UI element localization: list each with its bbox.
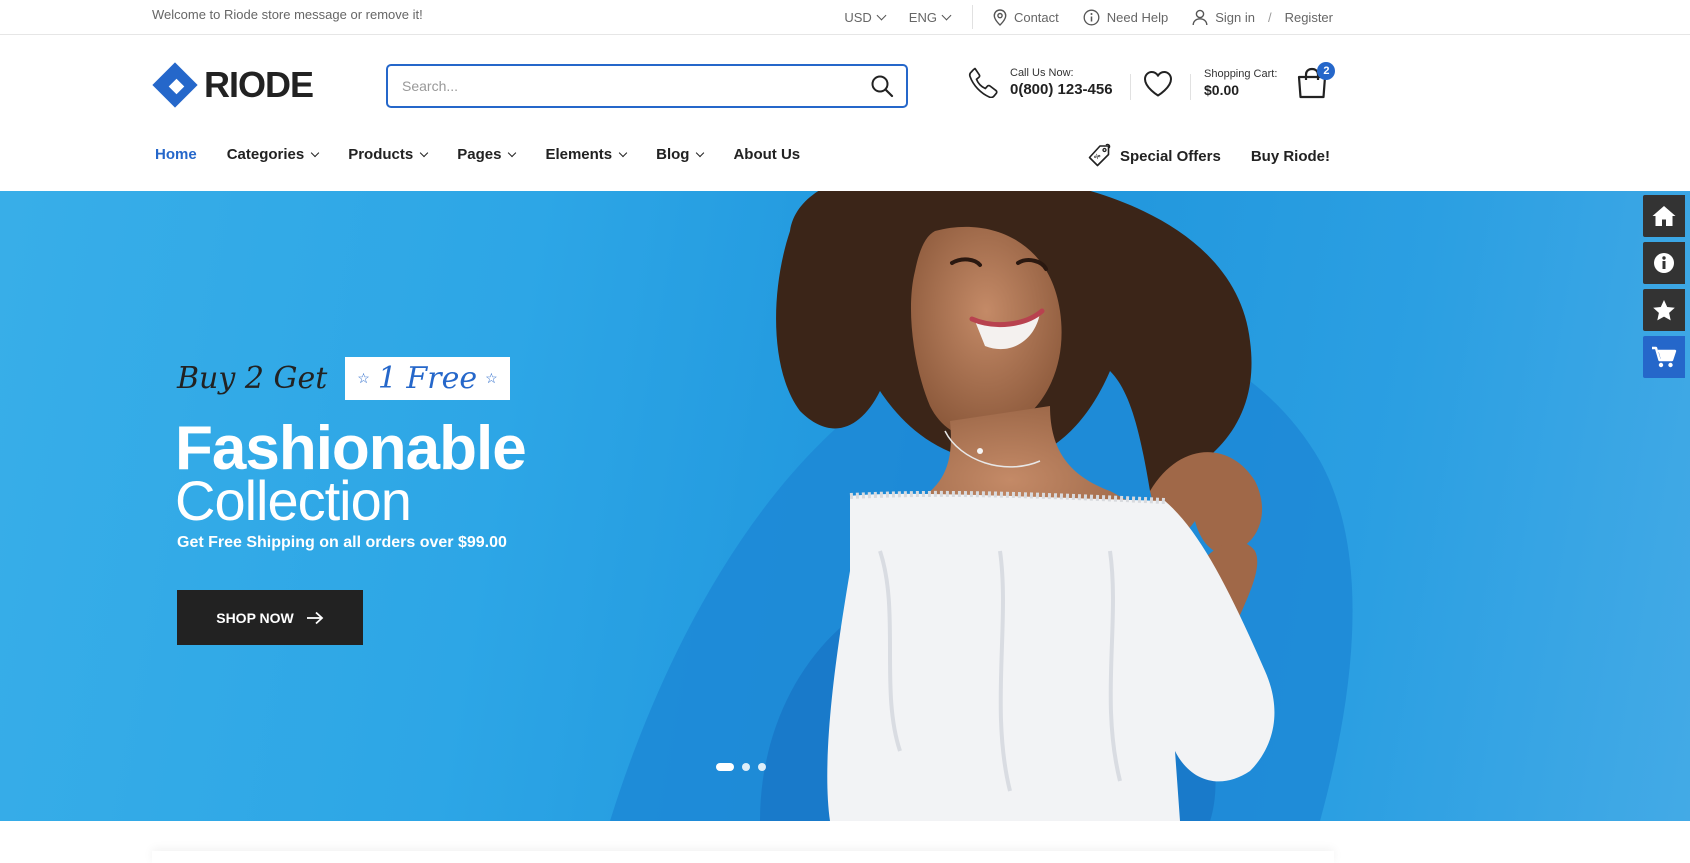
logo-text: RIODE: [204, 64, 314, 105]
nav-label: About Us: [733, 146, 801, 163]
side-cart-button[interactable]: [1643, 336, 1685, 378]
chevron-down-icon: [508, 148, 517, 157]
currency-label: USD: [844, 9, 872, 25]
special-offers-label: Special Offers: [1119, 147, 1221, 165]
info-icon: [1654, 253, 1674, 273]
contact-label: Contact: [1013, 9, 1059, 25]
nav-item-categories[interactable]: Categories: [226, 146, 320, 163]
call-us-text: Call Us Now: 0(800) 123-456: [1010, 67, 1113, 98]
slash-separator: /: [1267, 9, 1272, 25]
need-help-link[interactable]: Need Help: [1083, 9, 1168, 26]
nav-item-pages[interactable]: Pages: [457, 146, 517, 163]
buy-riode-link[interactable]: Buy Riode!: [1251, 148, 1330, 165]
top-bar: Welcome to Riode store message or remove…: [0, 0, 1690, 35]
cart-bag: 2: [1295, 62, 1336, 100]
call-us-label: Call Us Now:: [1010, 66, 1074, 79]
promo-badge: ☆ 1 Free ☆: [345, 357, 510, 400]
slider-dot-2[interactable]: [742, 763, 750, 771]
star-outline-icon: ☆: [485, 370, 498, 387]
nav-item-home[interactable]: Home: [155, 146, 197, 163]
user-icon: [1192, 9, 1208, 25]
star-outline-icon: ☆: [357, 370, 370, 387]
phone-icon: [968, 67, 998, 98]
header-divider: [1130, 74, 1131, 100]
sign-in-link[interactable]: Sign in: [1215, 10, 1255, 25]
hero-subtitle: Get Free Shipping on all orders over $99…: [177, 534, 507, 551]
header-divider: [1190, 74, 1191, 100]
top-bar-links: USD ENG Contact Need Help Sign in / Regi…: [844, 0, 1333, 34]
search-input[interactable]: [402, 66, 842, 106]
nav-label: Home: [155, 146, 197, 163]
account-links: Sign in / Register: [1192, 9, 1333, 26]
side-widgets: [1643, 195, 1685, 378]
cart-text: Shopping Cart: $0.00: [1204, 68, 1277, 98]
hero-title-line2: Collection: [175, 469, 412, 532]
language-label: ENG: [908, 9, 937, 25]
price-tag-icon: %: [1088, 143, 1111, 167]
side-home-button[interactable]: [1643, 195, 1685, 237]
cart-count-badge: 2: [1317, 62, 1336, 80]
content-section-edge: [152, 851, 1334, 863]
phone-number: 0(800) 123-456: [1010, 80, 1113, 98]
star-icon: [1653, 299, 1675, 320]
nav-item-blog[interactable]: Blog: [656, 146, 705, 163]
chevron-down-icon: [876, 10, 887, 20]
nav-label: Blog: [656, 146, 690, 163]
promo-prefix: Buy 2 Get: [177, 361, 328, 396]
nav-label: Pages: [457, 146, 502, 163]
side-info-button[interactable]: [1643, 242, 1685, 284]
need-help-label: Need Help: [1106, 9, 1169, 25]
slider-dots: [716, 763, 766, 771]
search-icon: [871, 75, 894, 98]
nav-label: Elements: [545, 146, 613, 163]
nav-item-about-us[interactable]: About Us: [733, 146, 800, 163]
home-icon: [1652, 206, 1676, 226]
chevron-down-icon: [310, 148, 320, 157]
contact-link[interactable]: Contact: [993, 8, 1059, 26]
chevron-down-icon: [941, 10, 952, 20]
shop-now-button[interactable]: SHOP NOW: [177, 590, 363, 645]
currency-dropdown[interactable]: USD: [844, 9, 887, 25]
chevron-down-icon: [419, 148, 429, 157]
divider: [971, 5, 973, 29]
register-link[interactable]: Register: [1285, 10, 1333, 25]
nav-item-products[interactable]: Products: [348, 146, 429, 163]
search-button[interactable]: [870, 74, 896, 100]
promo-line: Buy 2 Get ☆ 1 Free ☆: [177, 357, 510, 400]
cart-total: $0.00: [1204, 82, 1240, 98]
svg-text:%: %: [1093, 152, 1102, 161]
language-dropdown[interactable]: ENG: [908, 9, 952, 25]
nav-label: Categories: [226, 146, 305, 163]
main-nav: Home Categories Products Pages Elements …: [155, 146, 830, 163]
side-star-button[interactable]: [1643, 289, 1685, 331]
heart-icon: [1144, 71, 1172, 97]
hero-slider: Buy 2 Get ☆ 1 Free ☆ Fashionable Collect…: [0, 191, 1690, 821]
arrow-right-icon: [306, 611, 324, 624]
nav-right: % Special Offers Buy Riode!: [1086, 143, 1330, 169]
nav-label: Products: [348, 146, 414, 163]
map-pin-icon: [993, 8, 1007, 26]
info-circle-icon: [1083, 9, 1100, 25]
shop-now-label: SHOP NOW: [216, 609, 294, 626]
nav-item-elements[interactable]: Elements: [545, 146, 628, 163]
search-box: [386, 64, 908, 108]
welcome-message: Welcome to Riode store message or remove…: [152, 7, 423, 22]
promo-badge-text: 1 Free: [377, 361, 478, 396]
slider-dot-1[interactable]: [716, 763, 734, 771]
logo[interactable]: RIODE: [152, 62, 314, 108]
chevron-down-icon: [618, 148, 628, 157]
cart-label: Shopping Cart:: [1204, 68, 1278, 80]
special-offers-link[interactable]: % Special Offers: [1086, 143, 1221, 169]
logo-mark-icon: [152, 62, 198, 108]
call-us[interactable]: Call Us Now: 0(800) 123-456: [968, 66, 1113, 98]
wishlist-button[interactable]: [1143, 70, 1173, 102]
cart-icon: [1652, 346, 1677, 368]
shopping-cart[interactable]: Shopping Cart: $0.00 2: [1204, 62, 1336, 100]
slider-dot-3[interactable]: [758, 763, 766, 771]
chevron-down-icon: [696, 148, 705, 157]
